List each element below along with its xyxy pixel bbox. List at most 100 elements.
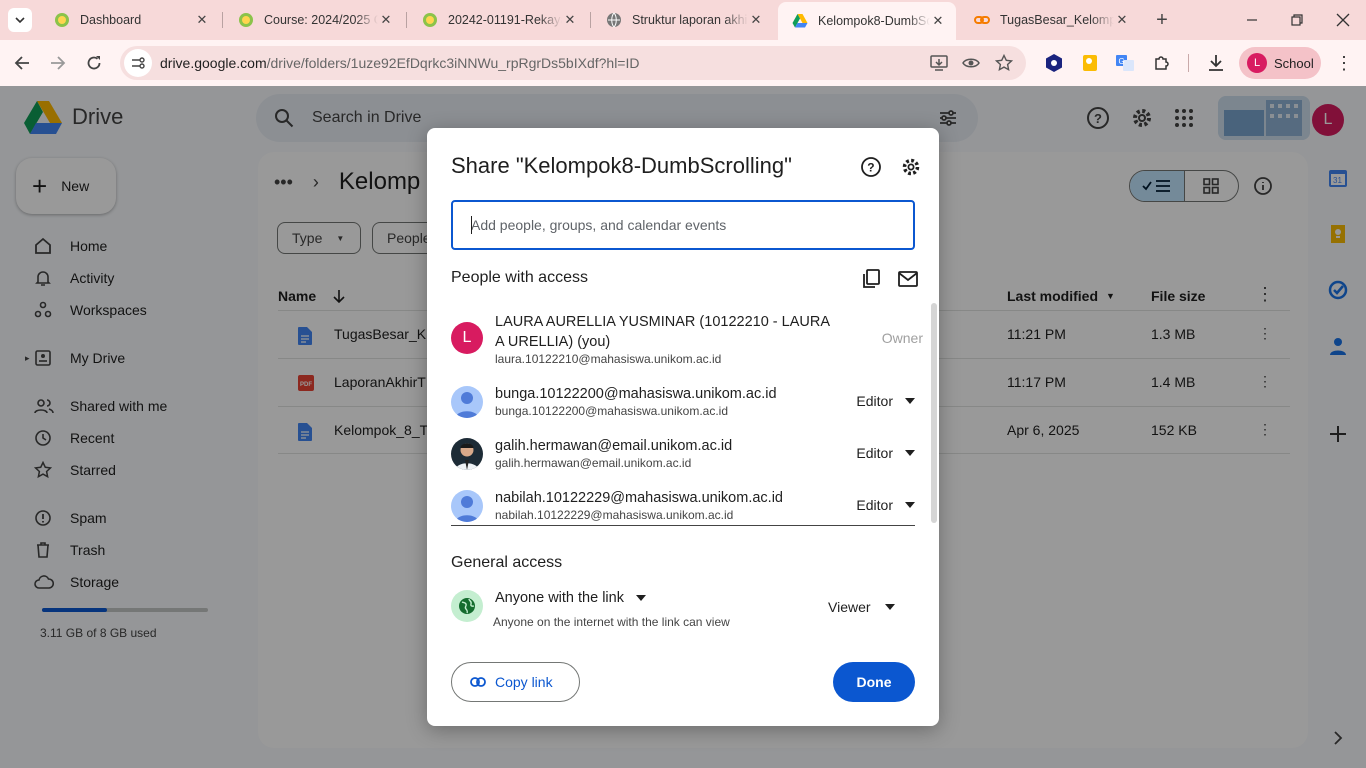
- close-tab-icon[interactable]: ✕: [1114, 12, 1130, 28]
- tab-strip: Dashboard ✕ Course: 2024/2025 Ge ✕ 20242…: [0, 0, 1366, 40]
- general-access-heading: General access: [451, 554, 563, 571]
- add-people-input[interactable]: [451, 200, 915, 250]
- extensions-puzzle-icon[interactable]: [1152, 53, 1172, 73]
- tab-kelompok8[interactable]: Kelompok8-DumbScr ✕: [778, 2, 956, 40]
- tab-search-button[interactable]: [8, 8, 32, 32]
- copy-link-label: Copy link: [495, 674, 553, 690]
- text-caret: [471, 216, 472, 234]
- profile-photo: [451, 438, 483, 470]
- link-icon: [974, 16, 990, 24]
- person-email: nabilah.10122229@mahasiswa.unikom.ac.id: [495, 508, 734, 522]
- default-avatar-icon: [451, 386, 483, 418]
- general-access-role-dropdown[interactable]: Viewer: [828, 599, 895, 615]
- role-dropdown[interactable]: Editor: [856, 497, 915, 513]
- bookmark-star-icon[interactable]: [995, 54, 1013, 72]
- person-name: bunga.10122200@mahasiswa.unikom.ac.id: [495, 386, 777, 402]
- reload-icon: [87, 56, 101, 70]
- profile-button[interactable]: L School: [1239, 47, 1321, 79]
- moodle-icon: [55, 13, 69, 27]
- globe-icon: [607, 12, 621, 28]
- share-dialog: Share "Kelompok8-DumbScrolling" ? People…: [427, 128, 939, 726]
- person-email: bunga.10122200@mahasiswa.unikom.ac.id: [495, 404, 728, 418]
- tab-title: Kelompok8-DumbScr: [818, 14, 930, 28]
- url-text: drive.google.com/drive/folders/1uze92EfD…: [160, 55, 640, 71]
- person-email: laura.10122210@mahasiswa.unikom.ac.id: [495, 352, 722, 366]
- tab-title: TugasBesar_Kelompo: [1000, 13, 1114, 27]
- access-row-owner: L LAURA AURELLIA YUSMINAR (10122210 - LA…: [451, 312, 915, 372]
- eye-icon[interactable]: [962, 54, 980, 72]
- copy-emails-icon[interactable]: [861, 268, 883, 290]
- close-tab-icon[interactable]: ✕: [194, 12, 210, 28]
- tab-struktur[interactable]: Struktur laporan akhi ✕: [592, 4, 774, 36]
- avatar: L: [1247, 53, 1267, 73]
- person-email: galih.hermawan@email.unikom.ac.id: [495, 456, 692, 470]
- people-with-access-heading: People with access: [451, 269, 588, 286]
- avatar: L: [451, 322, 483, 354]
- close-window-button[interactable]: [1331, 8, 1355, 32]
- close-tab-icon[interactable]: ✕: [930, 13, 946, 29]
- restore-button[interactable]: [1285, 8, 1309, 32]
- site-info-icon[interactable]: [124, 49, 152, 77]
- access-row: bunga.10122200@mahasiswa.unikom.ac.id bu…: [451, 376, 915, 428]
- address-bar[interactable]: drive.google.com/drive/folders/1uze92EfD…: [120, 46, 1026, 80]
- general-access-dropdown[interactable]: Anyone with the link: [495, 590, 646, 606]
- help-icon[interactable]: ?: [860, 156, 882, 178]
- person-name: nabilah.10122229@mahasiswa.unikom.ac.id: [495, 490, 783, 506]
- tab-dashboard[interactable]: Dashboard ✕: [40, 4, 220, 36]
- email-icon[interactable]: [897, 268, 919, 290]
- minimize-icon: [1247, 19, 1257, 21]
- svg-text:?: ?: [867, 161, 874, 175]
- extension-keep-icon[interactable]: [1080, 53, 1100, 73]
- plus-icon: +: [1156, 8, 1168, 31]
- role-label: Editor: [856, 445, 893, 461]
- arrow-left-icon: [14, 56, 29, 70]
- general-access-value: Anyone with the link: [495, 590, 624, 606]
- tab-course[interactable]: Course: 2024/2025 Ge ✕: [224, 4, 404, 36]
- settings-gear-icon[interactable]: [900, 156, 922, 178]
- minimize-button[interactable]: [1240, 8, 1264, 32]
- browser-menu-icon[interactable]: ⋮: [1334, 52, 1354, 74]
- dialog-title: Share "Kelompok8-DumbScrolling": [451, 153, 792, 178]
- person-name: galih.hermawan@email.unikom.ac.id: [495, 438, 733, 454]
- new-tab-button[interactable]: +: [1150, 8, 1174, 32]
- caret-down-icon: [905, 502, 915, 508]
- translate-icon[interactable]: G: [1115, 53, 1135, 73]
- extension-hex-icon[interactable]: [1044, 53, 1064, 73]
- tab-title: Course: 2024/2025 Ge: [264, 13, 378, 27]
- caret-down-icon: [905, 450, 915, 456]
- access-row: galih.hermawan@email.unikom.ac.id galih.…: [451, 428, 915, 480]
- done-button[interactable]: Done: [833, 662, 915, 702]
- download-icon[interactable]: [1206, 53, 1226, 73]
- profile-label: School: [1274, 55, 1314, 71]
- role-label: Viewer: [828, 599, 871, 615]
- tab-rekayasa[interactable]: 20242-01191-Rekayas ✕: [408, 4, 588, 36]
- scrollbar[interactable]: [931, 303, 937, 523]
- tab-title: Dashboard: [80, 13, 142, 27]
- role-dropdown[interactable]: Editor: [856, 445, 915, 461]
- role-dropdown[interactable]: Editor: [856, 393, 915, 409]
- close-icon: [1336, 13, 1350, 27]
- back-button[interactable]: [8, 49, 36, 77]
- moodle-icon: [239, 13, 253, 27]
- close-tab-icon[interactable]: ✕: [748, 12, 764, 28]
- general-access-description: Anyone on the internet with the link can…: [493, 615, 730, 629]
- arrow-right-icon: [51, 56, 66, 70]
- caret-down-icon: [884, 604, 895, 610]
- install-app-icon[interactable]: [930, 54, 948, 72]
- caret-down-icon: [905, 398, 915, 404]
- tab-tugasbesar[interactable]: TugasBesar_Kelompo ✕: [960, 4, 1140, 36]
- restore-icon: [1291, 14, 1303, 26]
- tab-title: Struktur laporan akhi: [632, 13, 748, 27]
- browser-toolbar: drive.google.com/drive/folders/1uze92EfD…: [0, 40, 1366, 86]
- drive-icon: [792, 14, 808, 28]
- copy-link-button[interactable]: Copy link: [451, 662, 580, 702]
- role-label: Editor: [856, 497, 893, 513]
- tab-title: 20242-01191-Rekayas: [448, 13, 562, 27]
- default-avatar-icon: [451, 490, 483, 522]
- reload-button[interactable]: [80, 49, 108, 77]
- globe-icon: [451, 590, 483, 622]
- close-tab-icon[interactable]: ✕: [562, 12, 578, 28]
- forward-button[interactable]: [44, 49, 72, 77]
- close-tab-icon[interactable]: ✕: [378, 12, 394, 28]
- svg-text:G: G: [1119, 57, 1125, 66]
